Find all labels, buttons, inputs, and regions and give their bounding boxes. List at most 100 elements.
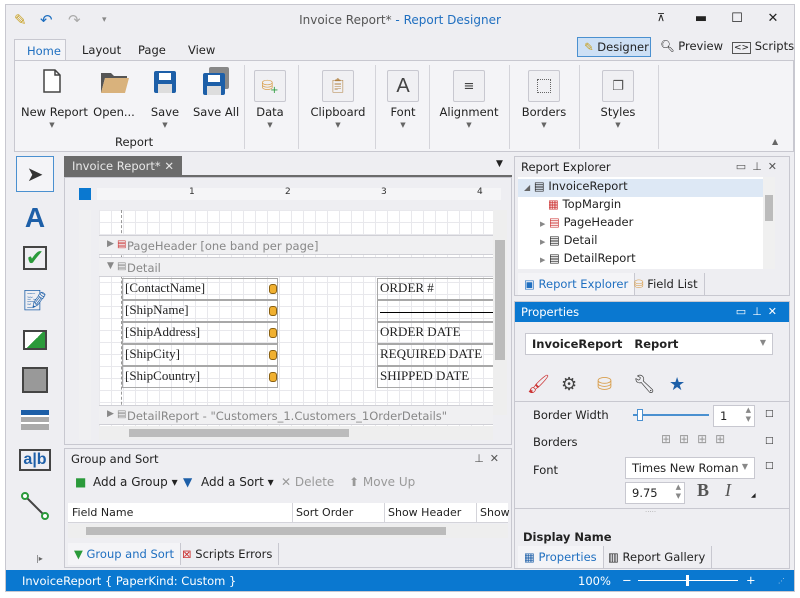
zoom-slider[interactable] [638,575,738,586]
page-header-band[interactable]: ▶ ▤ PageHeader [one band per page] [99,235,493,255]
line-tool[interactable] [16,488,54,524]
column-show-footer[interactable]: Show [476,506,510,519]
move-up-button[interactable]: ⬆ Move Up [349,475,415,489]
zoom-out-button[interactable]: − [622,573,632,587]
tools-tab-icon[interactable]: 🔧︎ [633,374,656,395]
document-list-icon[interactable]: ▼ [496,159,503,169]
scroll-thumb[interactable] [86,527,446,535]
field-ship-address[interactable]: [ShipAddress] [122,322,278,344]
font-name-select[interactable]: Times New Roman ▼ [625,457,755,479]
font-size-input[interactable]: 9.75 ▲ ▼ [625,482,685,504]
clipboard-button[interactable]: 📋︎ Clipboard ▼ [308,63,368,133]
open-button[interactable]: Open... [89,63,139,133]
panel-controls[interactable]: ▭⊥✕ [736,305,783,318]
column-sort-order[interactable]: Sort Order [292,506,353,519]
order-separator-line[interactable] [377,300,493,322]
checkbox-tool[interactable]: ✔ [16,240,54,276]
appearance-tab-icon[interactable]: 🖌︎ [527,374,550,395]
label-shipped-date[interactable]: SHIPPED DATE [377,366,493,388]
data-tab-icon[interactable]: ⛁ [597,374,612,395]
delete-button[interactable]: ✕ Delete [281,475,334,489]
add-group-button[interactable]: Add a Group ▾ [93,475,178,489]
font-button[interactable]: A Font ▼ [381,63,425,133]
panel-controls[interactable]: ▭⊥✕ [736,160,783,173]
document-tab[interactable]: Invoice Report* ✕ [64,156,182,176]
reset-icon[interactable]: □ [765,409,774,419]
tree-item-topmargin[interactable]: ▦ TopMargin [548,197,621,215]
new-report-button[interactable]: New Report ▼ [21,63,88,133]
label-tool[interactable]: A [16,200,54,236]
detail-band[interactable]: ▼ ▤ Detail [99,257,493,277]
field-ship-name[interactable]: [ShipName] [122,300,278,322]
character-comb-tool[interactable]: a|b [16,442,54,478]
group-sort-hscroll[interactable] [68,524,508,538]
tab-home[interactable]: Home [14,39,66,62]
rich-text-tool[interactable]: 📝︎ [16,282,54,318]
zoom-slider-thumb[interactable] [686,575,689,586]
spin-icon[interactable]: ▲ ▼ [746,406,751,424]
field-contact-name[interactable]: [ContactName] [122,278,278,300]
label-required-date[interactable]: REQUIRED DATE [377,344,493,366]
styles-button[interactable]: ❐ Styles ▼ [595,63,641,133]
alignment-button[interactable]: ≡ Alignment ▼ [439,63,499,133]
zoom-in-button[interactable]: + [746,573,756,587]
label-order-date[interactable]: ORDER DATE [377,322,493,344]
data-button[interactable]: ⛁ + Data ▼ [251,63,289,133]
scroll-thumb[interactable] [129,429,349,437]
expand-toolbox-icon[interactable]: |▸ [36,554,43,563]
minimize-button[interactable]: ▬ [690,11,712,26]
expand-icon[interactable]: ▶ [540,256,545,264]
detail-report-band[interactable]: ▶ ▤ DetailReport - "Customers_1.Customers_… [99,405,493,425]
collapse-icon[interactable]: ▼ [107,261,114,271]
spin-icon[interactable]: ▲ ▼ [676,483,681,501]
font-dialog-icon[interactable]: ◢ [751,492,756,499]
ribbon-display-icon[interactable]: ⊼ [650,11,672,24]
tab-report-gallery[interactable]: ▥ Report Gallery [602,546,713,568]
object-selector[interactable]: InvoiceReport Report ▼ [525,333,773,355]
column-show-header[interactable]: Show Header [384,506,461,519]
save-all-button[interactable]: Save All [193,63,239,133]
tab-group-and-sort[interactable]: ▼ Group and Sort [68,543,182,565]
pointer-tool[interactable]: ➤ [16,156,54,192]
tree-item-pageheader[interactable]: ▶ ▤ PageHeader [540,215,633,233]
ruler-corner-icon[interactable] [79,188,91,200]
expand-icon[interactable]: ▶ [107,239,114,249]
field-ship-country[interactable]: [ShipCountry] [122,366,278,388]
scroll-thumb[interactable] [765,195,773,221]
collapse-icon[interactable]: ◢ [524,183,530,192]
behavior-tab-icon[interactable]: ⚙ [561,374,577,395]
border-width-input[interactable]: 1 ▲ ▼ [713,405,755,427]
scripts-view-button[interactable]: <> Scripts [726,37,800,57]
borders-toggle-group[interactable]: ⊞⊞⊞⊞ [661,432,733,446]
slider-thumb[interactable] [637,409,643,421]
tree-item-detailreport[interactable]: ▶ ▤ DetailReport [540,251,636,269]
reset-icon[interactable]: □ [765,436,774,446]
column-field-name[interactable]: Field Name [68,506,133,519]
tree-scrollbar[interactable] [763,177,775,269]
save-button[interactable]: Save ▼ [147,63,183,133]
field-ship-city[interactable]: [ShipCity] [122,344,278,366]
resize-grip-icon[interactable]: ⋰ [778,577,785,585]
tree-item-invoicereport[interactable]: ◢ ▤ InvoiceReport [518,179,773,197]
favorites-tab-icon[interactable]: ★ [669,374,685,395]
designer-view-button[interactable]: ✎ Designer [577,37,651,57]
expand-icon[interactable]: ▶ [540,220,545,228]
horizontal-scrollbar[interactable] [99,426,493,440]
vertical-scrollbar[interactable] [493,210,507,415]
borders-button[interactable]: Borders ▼ [519,63,569,133]
tab-page[interactable]: Page [126,39,178,62]
report-canvas[interactable]: ▶ ▤ PageHeader [one band per page] ▼ ▤ Detai… [99,210,493,430]
scroll-thumb[interactable] [495,240,505,360]
table-tool[interactable] [16,402,54,438]
preview-view-button[interactable]: 🔍︎ Preview [654,37,729,57]
close-button[interactable]: ✕ [762,11,784,26]
tree-item-detail[interactable]: ▶ ▤ Detail [540,233,597,251]
panel-tool[interactable] [16,362,54,398]
tab-scripts-errors[interactable]: ⊠ Scripts Errors [176,543,280,565]
tab-view[interactable]: View [176,39,227,62]
picture-tool[interactable] [16,322,54,358]
maximize-button[interactable]: ☐ [726,11,748,26]
expand-icon[interactable]: ▶ [540,238,545,246]
close-tab-icon[interactable]: ✕ [164,159,174,173]
collapse-ribbon-icon[interactable]: ▲ [772,137,778,146]
